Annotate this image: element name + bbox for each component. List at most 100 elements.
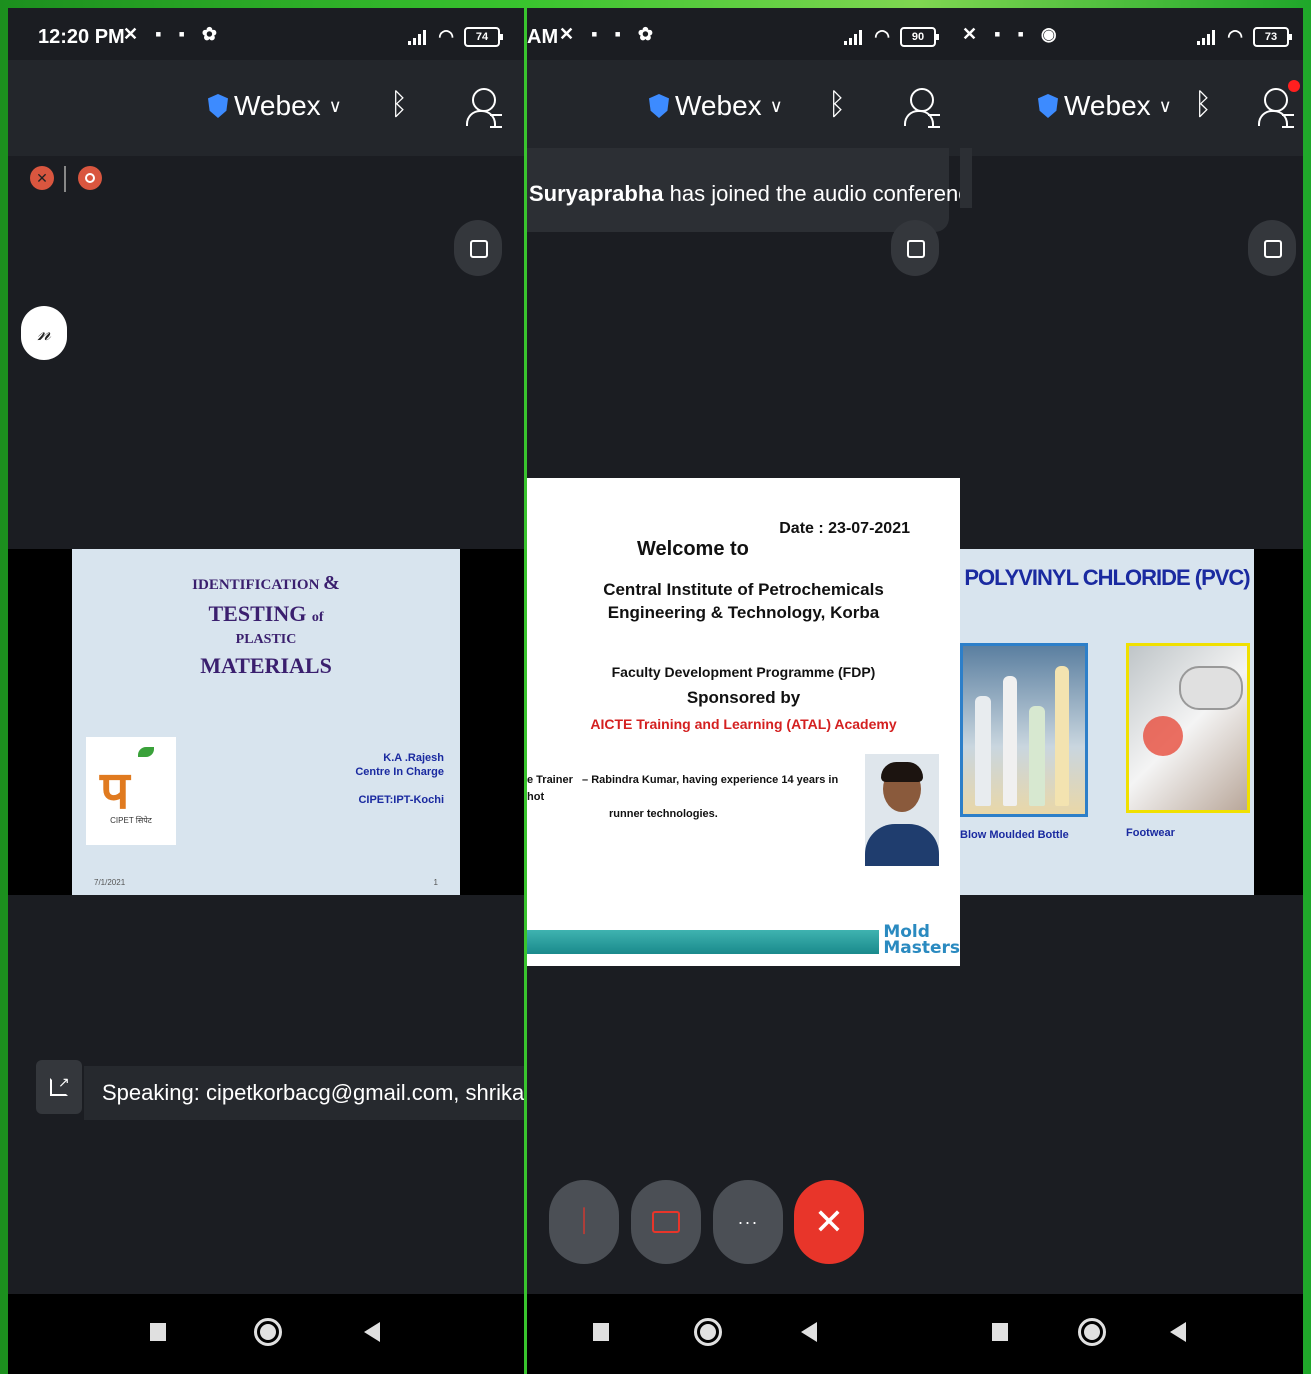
slide-title-line4: MATERIALS	[200, 653, 332, 679]
more-options-button[interactable]: ···	[713, 1180, 783, 1264]
home-button[interactable]	[694, 1318, 722, 1346]
app-name: Webex	[675, 90, 762, 121]
meeting-topbar: Webex ∨ ᛒ	[8, 60, 524, 156]
shared-slide: POLYVINYL CHLORIDE (PVC) Blow Moulded Bo…	[960, 549, 1254, 895]
trainer-text-2: runner technologies.	[609, 808, 718, 820]
slide-title: POLYVINYL CHLORIDE (PVC)	[964, 565, 1250, 590]
android-navbar	[960, 1294, 1303, 1374]
status-bar: 12:20 PM ✕ ▪ ▪ ✿ ◠ 74	[8, 8, 524, 60]
presenter-org: CIPET:IPT-Kochi	[358, 794, 444, 806]
close-icon: ✕	[813, 1201, 845, 1242]
mic-indicator: ✕	[30, 166, 54, 190]
ampersand: &	[323, 572, 340, 594]
chevron-down-icon: ∨	[769, 95, 783, 116]
video-off-icon	[652, 1211, 680, 1233]
footwear-image	[1126, 643, 1250, 813]
back-button[interactable]	[1170, 1322, 1186, 1342]
speaking-text: Speaking: cipetkorbacg@gmail.com, shrika…	[102, 1080, 524, 1105]
phone-screen-3: ✕ ▪ ▪ ◉ ◠ 73 Webex ∨ ᛒ POLYVINYL CHLORID…	[960, 8, 1303, 1374]
popout-button[interactable]: ↗	[36, 1060, 82, 1114]
slide-title-line3: PLASTIC	[235, 631, 297, 647]
toast-text: has joined the audio conference.	[663, 181, 960, 206]
recents-button[interactable]	[150, 1323, 166, 1341]
chevron-down-icon: ∨	[328, 95, 342, 116]
phone-screen-2: AM ✕ ▪ ▪ ✿ ◠ 90 Webex ∨ ᛒ Suryaprabha ha…	[527, 8, 960, 1374]
participants-icon[interactable]	[466, 88, 502, 128]
clock: 12:20 PM	[38, 26, 125, 48]
brand-masters: Masters	[883, 938, 960, 958]
shared-slide: IDENTIFICATION & TESTING of PLASTIC MATE…	[72, 549, 460, 895]
participants-icon[interactable]	[1258, 88, 1294, 128]
recents-button[interactable]	[992, 1323, 1008, 1341]
app-name: Webex	[234, 90, 321, 121]
aicte-text: AICTE Training and Learning (ATAL) Acade…	[590, 716, 897, 732]
slide-welcome: Welcome to	[637, 538, 749, 560]
back-button[interactable]	[364, 1322, 380, 1342]
layout-toggle-button[interactable]	[1248, 220, 1296, 276]
institute-line2: Engineering & Technology, Korba	[607, 603, 880, 622]
toast-notification: Suryaprabha has joined the audio confere…	[527, 148, 960, 232]
status-bar: AM ✕ ▪ ▪ ✿ ◠ 90	[527, 8, 960, 60]
trainer-label: e Trainer	[527, 774, 573, 786]
layout-toggle-button[interactable]	[891, 220, 939, 276]
battery-icon: 73	[1253, 26, 1292, 47]
webex-menu[interactable]: Webex ∨	[649, 90, 783, 122]
bluetooth-icon[interactable]: ᛒ	[390, 88, 408, 122]
wifi-icon: ◠	[874, 26, 890, 46]
signal-icon	[844, 29, 864, 45]
app-name: Webex	[1064, 90, 1151, 121]
clock: AM	[527, 26, 559, 48]
home-button[interactable]	[254, 1318, 282, 1346]
sponsored-text: Sponsored by	[686, 688, 801, 707]
caption-bottle: Blow Moulded Bottle	[960, 829, 1069, 841]
shared-slide: Date : 23-07-2021 Welcome to Central Ins…	[527, 478, 960, 966]
annotate-button[interactable]: 𝓃	[21, 306, 67, 360]
cipet-logo: प CIPET सिपेट	[86, 737, 176, 845]
slide-title-line2: TESTING	[208, 601, 307, 626]
bottles-image	[960, 643, 1088, 817]
footer-bar	[527, 930, 879, 954]
participants-icon[interactable]	[904, 88, 940, 128]
toast-name: Suryaprabha	[529, 181, 664, 206]
slide-title: IDENTIFICATION & TESTING of PLASTIC MATE…	[72, 569, 460, 682]
word-of: of	[311, 610, 324, 625]
slide-date: 7/1/2021	[94, 878, 126, 887]
recents-button[interactable]	[593, 1323, 609, 1341]
notification-icons: ✕ ▪ ▪ ✿	[123, 24, 223, 44]
meeting-topbar: Webex ∨ ᛒ	[527, 60, 960, 156]
back-button[interactable]	[801, 1322, 817, 1342]
caption-footwear: Footwear	[1126, 827, 1175, 839]
slide-title-line1: IDENTIFICATION	[192, 577, 320, 593]
bluetooth-icon[interactable]: ᛒ	[1194, 88, 1212, 122]
slide-date: Date : 23-07-2021	[779, 520, 910, 537]
institute-line1: Central Institute of Petrochemicals	[603, 580, 884, 599]
signal-icon	[1197, 29, 1217, 45]
layout-toggle-button[interactable]	[454, 220, 502, 276]
status-right: ◠ 73	[1197, 26, 1292, 47]
presenter-role: Centre In Charge	[355, 766, 444, 778]
trainer-text: – Rabindra Kumar, having experience 14 y…	[527, 774, 839, 803]
notification-icons: ✕ ▪ ▪ ✿	[559, 24, 659, 44]
mic-off-icon: ᛁ	[575, 1205, 593, 1238]
wifi-icon: ◠	[438, 26, 454, 46]
chevron-down-icon: ∨	[1158, 95, 1172, 116]
toast-tail	[960, 148, 972, 208]
end-call-button[interactable]: ✕	[794, 1180, 864, 1264]
video-button[interactable]	[631, 1180, 701, 1264]
signal-icon	[408, 29, 428, 45]
webex-menu[interactable]: Webex ∨	[1038, 90, 1172, 122]
status-right: ◠ 74	[408, 26, 503, 47]
phone-screen-1: 12:20 PM ✕ ▪ ▪ ✿ ◠ 74 Webex ∨ ᛒ ✕ 𝓃 IDEN…	[8, 8, 524, 1374]
mute-button[interactable]: ᛁ	[549, 1180, 619, 1264]
meeting-topbar: Webex ∨ ᛒ	[960, 60, 1303, 156]
presenter-name: K.A .Rajesh	[383, 752, 444, 764]
status-right: ◠ 90	[844, 26, 939, 47]
android-navbar	[527, 1294, 960, 1374]
webex-menu[interactable]: Webex ∨	[208, 90, 342, 122]
shield-icon	[208, 94, 228, 118]
battery-icon: 90	[900, 26, 939, 47]
home-button[interactable]	[1078, 1318, 1106, 1346]
speaking-banner: Speaking: cipetkorbacg@gmail.com, shrika…	[84, 1066, 524, 1120]
more-icon: ···	[737, 1211, 759, 1232]
bluetooth-icon[interactable]: ᛒ	[828, 88, 846, 122]
